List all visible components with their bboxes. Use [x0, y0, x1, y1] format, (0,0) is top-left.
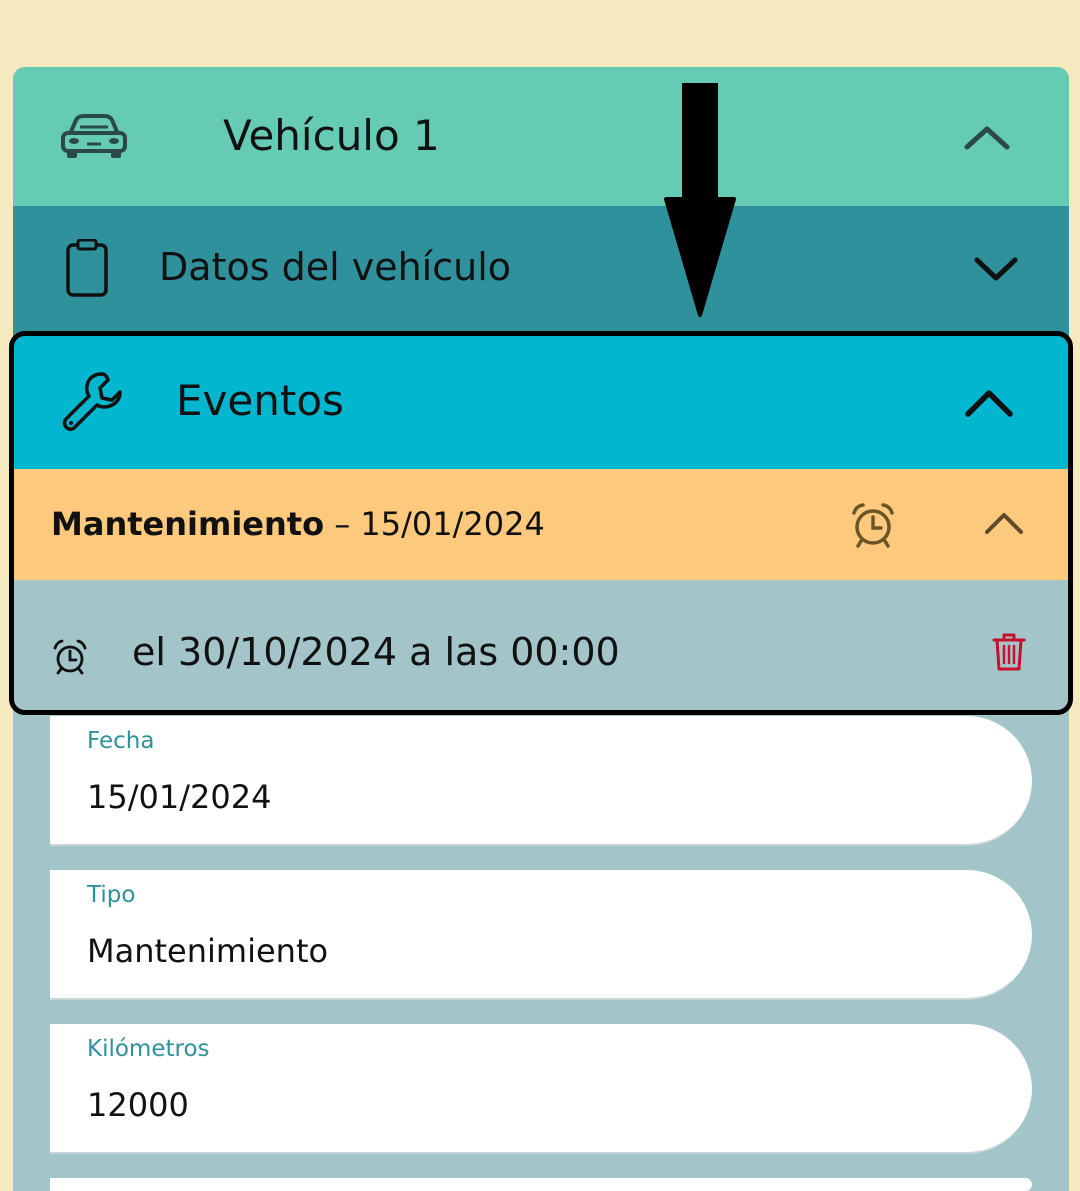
fecha-label: Fecha	[87, 728, 155, 754]
kilometros-value[interactable]: 12000	[87, 1086, 189, 1124]
vehicle-header[interactable]	[13, 67, 1069, 206]
event-header[interactable]: Mantenimiento – 15/01/2024	[14, 469, 1068, 580]
event-summary: Mantenimiento – 15/01/2024	[51, 505, 545, 543]
down-arrow-annotation	[664, 83, 736, 317]
tipo-label: Tipo	[87, 882, 136, 908]
event-type: Mantenimiento	[51, 505, 325, 543]
trash-icon[interactable]	[992, 632, 1026, 672]
chevron-down-icon[interactable]	[973, 255, 1019, 283]
fecha-field[interactable]: Fecha 15/01/2024	[50, 716, 1032, 846]
reminder-row: el 30/10/2024 a las 00:00	[14, 580, 1068, 710]
datos-title: Datos del vehículo	[159, 245, 512, 289]
eventos-header[interactable]: Eventos	[14, 336, 1068, 469]
event-separator: –	[324, 505, 361, 543]
eventos-section: Eventos Mantenimiento – 15/01/2024 el 30	[9, 331, 1073, 715]
kilometros-field[interactable]: Kilómetros 12000	[50, 1024, 1032, 1154]
tipo-field[interactable]: Tipo Mantenimiento	[50, 870, 1032, 1000]
alarm-clock-icon	[53, 639, 87, 675]
chevron-up-icon[interactable]	[963, 123, 1011, 151]
event-date: 15/01/2024	[360, 505, 545, 543]
fecha-value[interactable]: 15/01/2024	[87, 778, 271, 816]
vehicle-title: Vehículo 1	[223, 111, 440, 160]
next-field[interactable]	[50, 1178, 1032, 1191]
eventos-title: Eventos	[176, 376, 344, 425]
clipboard-icon	[66, 239, 108, 297]
wrench-icon	[62, 372, 122, 432]
tipo-value[interactable]: Mantenimiento	[87, 932, 328, 970]
kilometros-label: Kilómetros	[87, 1036, 210, 1062]
car-icon	[61, 114, 127, 158]
alarm-clock-icon[interactable]	[850, 502, 896, 548]
chevron-up-icon[interactable]	[964, 388, 1014, 418]
reminder-text: el 30/10/2024 a las 00:00	[132, 630, 620, 674]
chevron-up-icon[interactable]	[984, 511, 1024, 535]
